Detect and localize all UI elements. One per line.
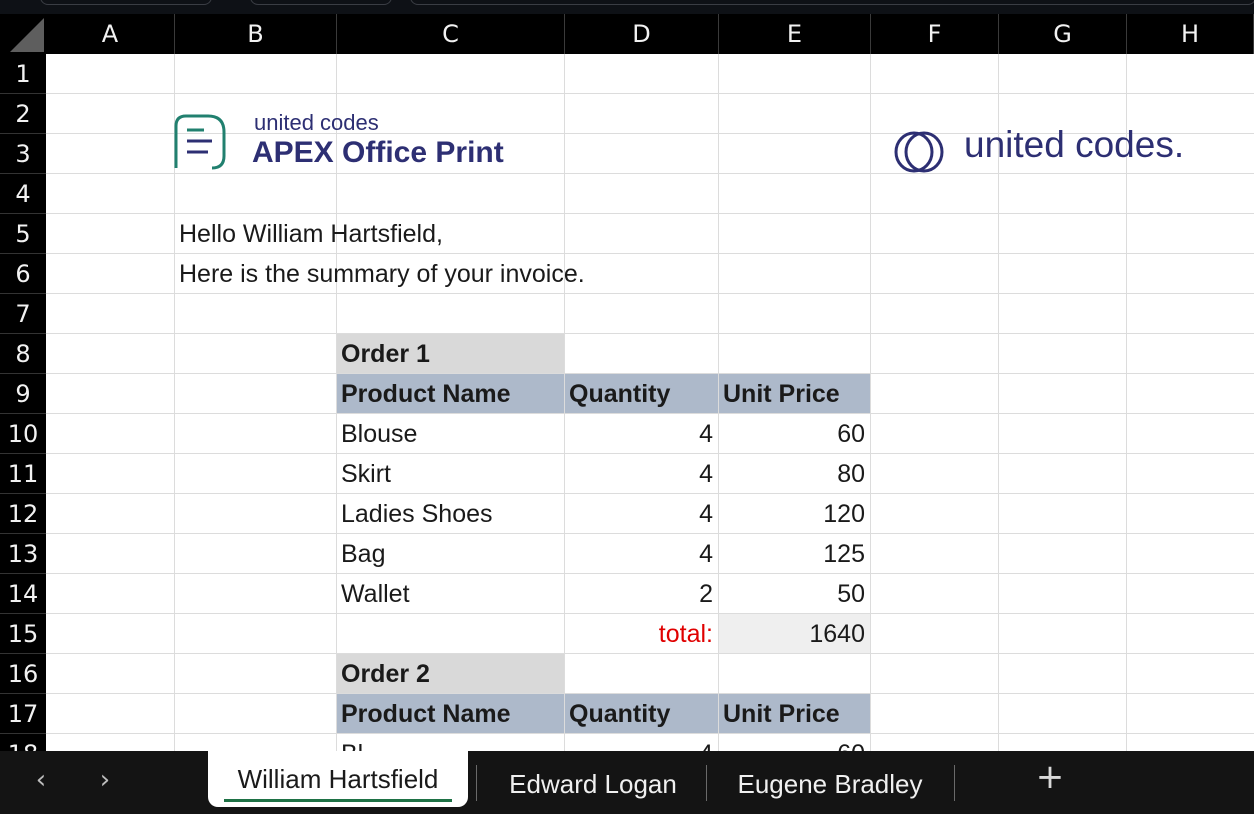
column-header-b[interactable]: B bbox=[175, 14, 337, 54]
product-name-cell[interactable]: Ladies Shoes bbox=[336, 494, 564, 534]
quantity-cell[interactable]: 4 bbox=[564, 494, 718, 534]
gridline bbox=[46, 93, 1254, 94]
sheet-tab-label: William Hartsfield bbox=[237, 763, 439, 794]
add-sheet-icon[interactable]: + bbox=[1032, 757, 1068, 797]
window-tab[interactable] bbox=[40, 0, 212, 5]
greeting-line[interactable]: Hello William Hartsfield, bbox=[174, 214, 594, 254]
logo-wordmark: united codes. bbox=[964, 124, 1185, 165]
select-all-corner[interactable] bbox=[0, 14, 46, 54]
product-name-cell[interactable]: Blouse bbox=[336, 414, 564, 454]
quantity-cell[interactable]: 4 bbox=[564, 534, 718, 574]
product-name-cell[interactable]: Bl bbox=[336, 734, 564, 752]
total-label[interactable]: total: bbox=[564, 614, 718, 654]
sheet-tab-label: Eugene Bradley bbox=[737, 768, 923, 799]
row-header[interactable]: 15 bbox=[0, 614, 46, 654]
row-header[interactable]: 14 bbox=[0, 574, 46, 614]
sheet-tab-bar: ‹ › William Hartsfield Edward Logan Euge… bbox=[0, 751, 1254, 814]
gridline bbox=[870, 54, 871, 751]
sheet-tab-william-hartsfield[interactable]: William Hartsfield bbox=[208, 751, 468, 807]
sheet-tab-label: Edward Logan bbox=[509, 768, 677, 799]
row-header[interactable]: 17 bbox=[0, 694, 46, 734]
row-header[interactable]: 5 bbox=[0, 214, 46, 254]
quantity-cell[interactable]: 2 bbox=[564, 574, 718, 614]
window-tab[interactable] bbox=[250, 0, 392, 5]
quantity-cell[interactable]: 4 bbox=[564, 734, 718, 752]
active-tab-indicator bbox=[224, 799, 452, 802]
order-title[interactable]: Order 1 bbox=[336, 334, 564, 374]
quantity-cell[interactable]: 4 bbox=[564, 454, 718, 494]
row-header[interactable]: 12 bbox=[0, 494, 46, 534]
column-header-d[interactable]: D bbox=[565, 14, 719, 54]
product-name-cell[interactable]: Skirt bbox=[336, 454, 564, 494]
unit-price-cell[interactable]: 125 bbox=[718, 534, 870, 574]
title-strip bbox=[0, 0, 1254, 14]
gridline bbox=[46, 173, 1254, 174]
quantity-cell[interactable]: 4 bbox=[564, 414, 718, 454]
unit-price-cell[interactable]: 60 bbox=[718, 414, 870, 454]
column-header-f[interactable]: F bbox=[871, 14, 999, 54]
column-header-a[interactable]: A bbox=[46, 14, 175, 54]
product-name-cell[interactable]: Wallet bbox=[336, 574, 564, 614]
row-header[interactable]: 3 bbox=[0, 134, 46, 174]
column-header-g[interactable]: G bbox=[999, 14, 1127, 54]
cell-grid[interactable]: united codes APEX Office Print united co… bbox=[46, 54, 1254, 751]
column-label-quantity[interactable]: Quantity bbox=[564, 694, 718, 734]
row-header[interactable]: 2 bbox=[0, 94, 46, 134]
tab-divider bbox=[476, 765, 477, 801]
column-header-h[interactable]: H bbox=[1127, 14, 1254, 54]
logo-title: APEX Office Print bbox=[252, 136, 504, 169]
sheet-tab-eugene-bradley[interactable]: Eugene Bradley bbox=[714, 751, 946, 817]
column-label-unit-price[interactable]: Unit Price bbox=[718, 694, 870, 734]
unit-price-cell[interactable]: 60 bbox=[718, 734, 870, 752]
unit-price-cell[interactable]: 120 bbox=[718, 494, 870, 534]
row-header[interactable]: 4 bbox=[0, 174, 46, 214]
greeting-line[interactable]: Here is the summary of your invoice. bbox=[174, 254, 654, 294]
chevron-right-icon[interactable]: › bbox=[90, 765, 120, 795]
row-header[interactable]: 13 bbox=[0, 534, 46, 574]
apex-office-print-icon bbox=[174, 114, 226, 170]
row-header[interactable]: 1 bbox=[0, 54, 46, 94]
tab-divider bbox=[954, 765, 955, 801]
row-header[interactable]: 16 bbox=[0, 654, 46, 694]
gridline bbox=[46, 333, 1254, 334]
row-header[interactable]: 8 bbox=[0, 334, 46, 374]
row-header[interactable]: 18 bbox=[0, 734, 46, 752]
column-label-quantity[interactable]: Quantity bbox=[564, 374, 718, 414]
formula-area[interactable] bbox=[410, 0, 1254, 5]
row-header[interactable]: 7 bbox=[0, 294, 46, 334]
tab-divider bbox=[706, 765, 707, 801]
column-header-e[interactable]: E bbox=[719, 14, 871, 54]
row-header[interactable]: 6 bbox=[0, 254, 46, 294]
total-value[interactable]: 1640 bbox=[718, 614, 870, 654]
row-header[interactable]: 10 bbox=[0, 414, 46, 454]
order-title[interactable]: Order 2 bbox=[336, 654, 564, 694]
unit-price-cell[interactable]: 80 bbox=[718, 454, 870, 494]
chevron-left-icon[interactable]: ‹ bbox=[26, 765, 56, 795]
column-header-bar: A B C D E F G H bbox=[0, 14, 1254, 54]
product-name-cell[interactable]: Bag bbox=[336, 534, 564, 574]
row-header[interactable]: 9 bbox=[0, 374, 46, 414]
row-header[interactable]: 11 bbox=[0, 454, 46, 494]
row-header-bar: 1 2 3 4 5 6 7 8 9 10 11 12 13 14 15 16 1… bbox=[0, 54, 46, 751]
sheet-tab-edward-logan[interactable]: Edward Logan bbox=[484, 751, 702, 817]
unit-price-cell[interactable]: 50 bbox=[718, 574, 870, 614]
column-label-product[interactable]: Product Name bbox=[336, 374, 564, 414]
column-header-c[interactable]: C bbox=[337, 14, 565, 54]
column-label-unit-price[interactable]: Unit Price bbox=[718, 374, 870, 414]
column-label-product[interactable]: Product Name bbox=[336, 694, 564, 734]
logo-subtitle: united codes bbox=[254, 110, 379, 135]
united-codes-rings-icon bbox=[894, 131, 944, 173]
